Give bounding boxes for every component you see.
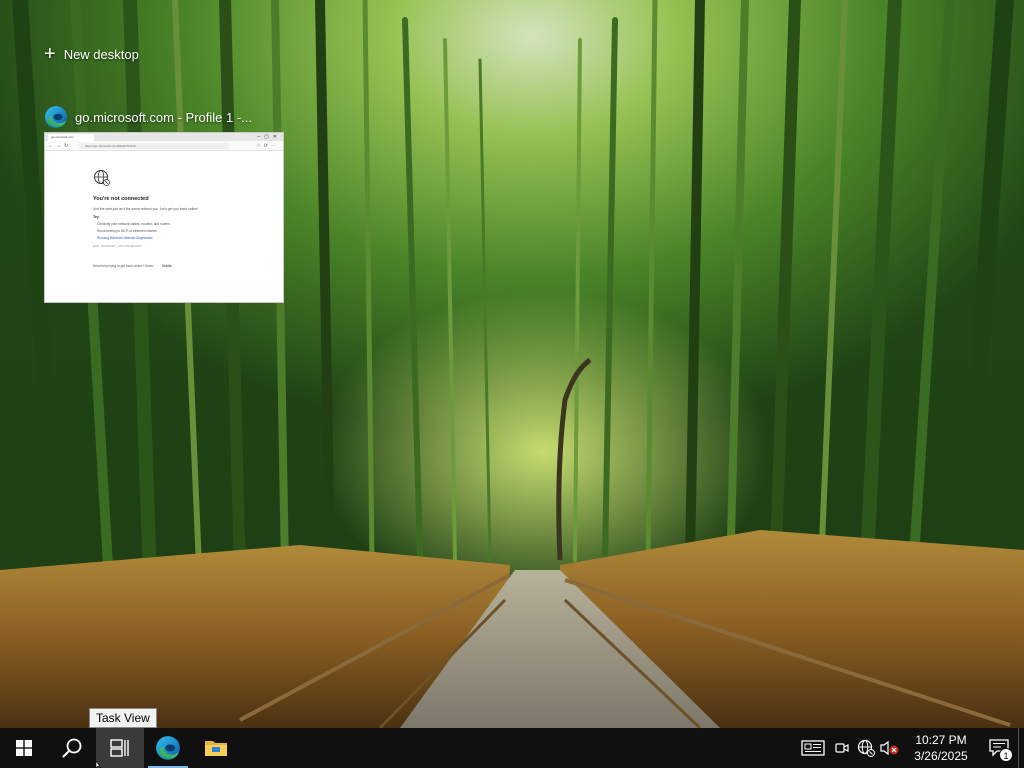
clock-time: 10:27 PM — [915, 733, 967, 747]
new-desktop-label: New desktop — [63, 46, 139, 62]
file-explorer-button[interactable] — [192, 728, 240, 768]
thumbnail-footer-text: Need help trying to get back online? Hov… — [93, 264, 154, 268]
news-button[interactable] — [796, 728, 830, 768]
thumbnail-toolbar: ←→↻ https://go.microsoft.com/fwlink/?lin… — [45, 141, 283, 151]
start-button[interactable] — [0, 728, 48, 768]
windows-logo-icon — [16, 740, 32, 756]
thumbnail-address-bar: https://go.microsoft.com/fwlink/?linkid= — [79, 143, 229, 149]
task-view-icon — [110, 739, 129, 757]
thumbnail-bullet-link: Running Windows Network Diagnostics — [97, 236, 153, 240]
thumbnail-details-button: Details — [161, 264, 172, 268]
thumbnail-bullet: Checking your network cables, modem, and… — [97, 222, 170, 226]
network-disconnected-icon — [857, 739, 875, 757]
edge-icon — [45, 106, 67, 128]
search-button[interactable] — [48, 728, 96, 768]
thumbnail-toolbar-icons: ☆⟳⋯ — [256, 143, 279, 149]
thumbnail-heading: You're not connected — [93, 196, 149, 202]
thumbnail-tab: go.microsoft.com — [48, 134, 94, 141]
thumbnail-page-content: You're not connected And the web just is… — [93, 169, 243, 268]
volume-button[interactable] — [878, 728, 902, 768]
notifications-button[interactable]: 1 — [980, 728, 1018, 768]
taskbar-spacer — [240, 728, 796, 768]
window-title-bar[interactable]: go.microsoft.com - Profile 1 -... — [44, 104, 287, 130]
show-desktop-button[interactable] — [1018, 728, 1024, 768]
window-card[interactable]: go.microsoft.com - Profile 1 -... go.mic… — [44, 104, 287, 303]
thumbnail-error-code: ERR_INTERNET_DISCONNECTED — [93, 244, 142, 248]
folder-icon — [205, 741, 227, 756]
taskbar: 10:27 PM 3/26/2025 1 — [0, 728, 1024, 768]
edge-taskbar-button[interactable] — [144, 728, 192, 768]
window-title: go.microsoft.com - Profile 1 -... — [75, 109, 252, 125]
clock-date: 3/26/2025 — [914, 749, 968, 763]
plus-icon: + — [44, 43, 56, 65]
volume-muted-icon — [880, 740, 899, 756]
search-icon — [62, 738, 82, 758]
thumbnail-window-controls: –▢✕ — [257, 134, 281, 140]
thumbnail-footer: Need help trying to get back online? Hov… — [93, 264, 243, 268]
news-icon — [801, 740, 825, 756]
globe-disconnected-icon — [94, 170, 110, 186]
clock-button[interactable]: 10:27 PM 3/26/2025 — [902, 728, 980, 768]
thumbnail-bullet: Reconnecting to Wi-Fi or ethernet networ… — [97, 229, 157, 233]
meet-now-icon — [835, 743, 849, 753]
meet-now-button[interactable] — [830, 728, 854, 768]
notification-count-badge: 1 — [999, 748, 1013, 762]
thumbnail-message: And the web just isn't the same without … — [93, 207, 198, 211]
thumbnail-try-label: Try: — [93, 215, 100, 219]
edge-icon — [156, 736, 180, 760]
system-tray: 10:27 PM 3/26/2025 1 — [796, 728, 1024, 768]
mouse-cursor-icon — [96, 761, 102, 768]
thumbnail-nav-icons: ←→↻ — [48, 143, 72, 149]
window-thumbnail[interactable]: go.microsoft.com –▢✕ ←→↻ https://go.micr… — [44, 132, 284, 303]
task-view-tooltip: Task View — [89, 708, 157, 728]
network-button[interactable] — [854, 728, 878, 768]
new-desktop-button[interactable]: + New desktop — [44, 43, 139, 65]
thumbnail-tab-strip: go.microsoft.com –▢✕ — [45, 133, 283, 141]
